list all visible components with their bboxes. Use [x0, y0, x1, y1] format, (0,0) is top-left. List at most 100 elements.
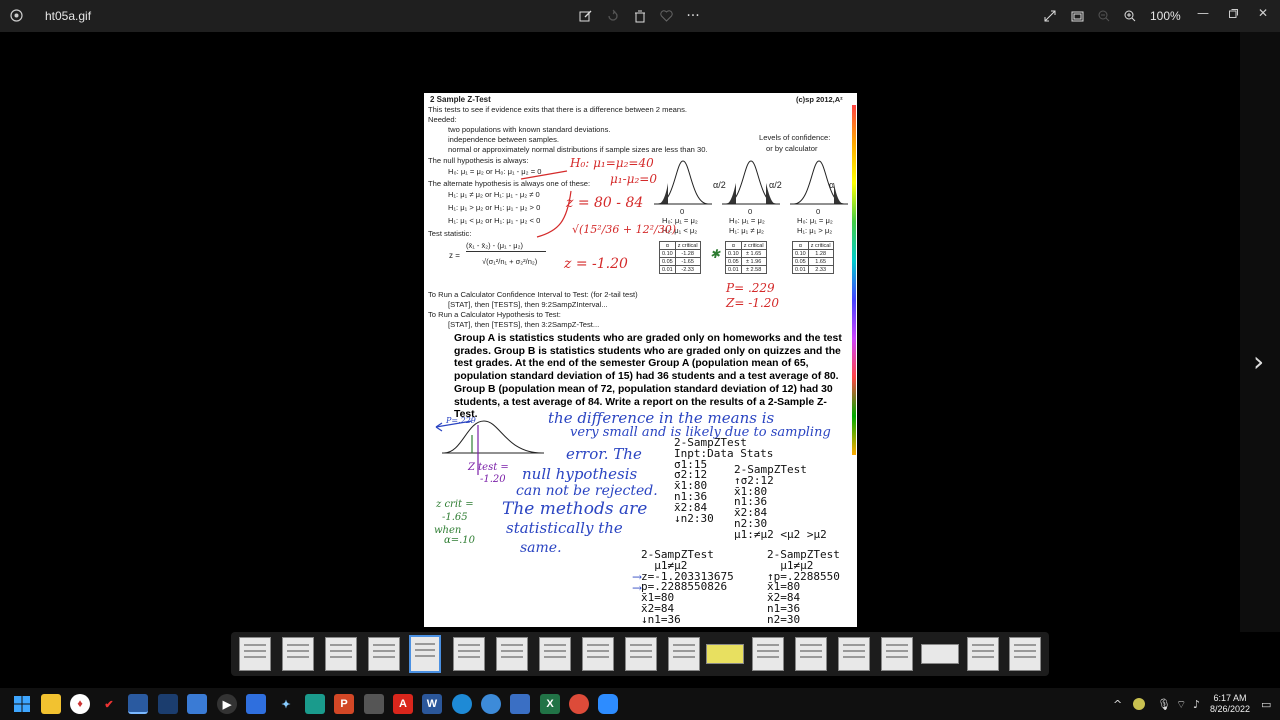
formula-numerator: (x̄₁ - x̄₂) - (μ₁ - μ₂) [466, 241, 524, 250]
intro-text: This tests to see if evidence exits that… [428, 105, 688, 114]
next-image-icon[interactable]: › [1253, 345, 1273, 378]
powerpoint-icon[interactable]: P [334, 694, 354, 714]
curve-alpha: α/2 [769, 180, 782, 190]
thumbnail[interactable] [881, 637, 913, 671]
thumbnail[interactable] [795, 637, 827, 671]
app-icon-6[interactable]: ✦ [276, 694, 296, 714]
needed-label: Needed: [428, 115, 457, 124]
browser-icon[interactable] [481, 694, 501, 714]
clock[interactable]: 6:17 AM 8/26/2022 [1205, 693, 1255, 715]
table-cell: 0.05 [659, 257, 676, 266]
calc-line: ↓n1=36 [641, 612, 681, 626]
more-icon[interactable]: ··· [684, 7, 702, 25]
null-label: The null hypothesis is always: [428, 156, 529, 165]
thumbnail[interactable] [706, 644, 744, 664]
zoom-level[interactable]: 100% [1150, 9, 1181, 23]
photos-icon[interactable] [128, 694, 148, 714]
thumbnail[interactable] [582, 637, 614, 671]
calc-screen-4: 2-SampZTest μ1≠μ2 ↑p=.2288550 x̄1=80 x̄2=84… [767, 549, 840, 626]
camera-icon[interactable] [364, 694, 384, 714]
fullscreen-icon[interactable] [1041, 7, 1059, 25]
media-player-icon[interactable]: ▶ [217, 694, 237, 714]
hand-z-test-value: -1.20 [480, 474, 506, 485]
title-bar: ht05a.gif ··· 100% — ✕ [0, 0, 1280, 32]
hand-h0: H₀: μ₁=μ₂=40 [570, 156, 654, 170]
test-stat-label: Test statistic: [428, 229, 472, 238]
app-icon-2[interactable]: ✔ [99, 694, 119, 714]
worksheet-image: 2 Sample Z-Test (c)sp 2012,A² This tests… [424, 93, 857, 627]
tray-app-icon[interactable] [1133, 698, 1145, 710]
thumbnail[interactable] [752, 637, 784, 671]
microphone-icon[interactable]: 🎙︎ [1157, 698, 1171, 711]
start-icon[interactable] [12, 694, 32, 714]
calc-line: To Run a Calculator Confidence Interval … [428, 290, 638, 299]
app-icon-7[interactable] [305, 694, 325, 714]
chrome-icon[interactable] [569, 694, 589, 714]
date: 8/26/2022 [1209, 704, 1251, 714]
hand-conclusion: can not be rejected. [516, 483, 658, 499]
word-icon[interactable]: W [422, 694, 442, 714]
table-cell: 1.28 [807, 249, 834, 258]
thumbnail[interactable] [539, 637, 571, 671]
table-cell: 0.01 [792, 265, 809, 274]
acrobat-icon[interactable]: A [393, 694, 413, 714]
hand-conclusion: same. [520, 540, 562, 556]
app-icon-5[interactable] [246, 694, 266, 714]
thumbnail[interactable] [368, 637, 400, 671]
notepad-icon[interactable] [510, 694, 530, 714]
thumbnail[interactable] [967, 637, 999, 671]
chevron-up-icon[interactable]: ^ [1113, 698, 1122, 711]
hand-alpha: α=.10 [444, 535, 476, 546]
thumbnail[interactable] [1009, 637, 1041, 671]
thumbnail[interactable] [838, 637, 870, 671]
hand-p-value: P= .229 [726, 281, 775, 295]
app-icon-1[interactable]: ♦ [70, 694, 90, 714]
thumbnail[interactable] [239, 637, 271, 671]
rotate-icon[interactable] [604, 7, 622, 25]
notification-icon[interactable]: ▭ [1261, 698, 1271, 711]
minimize-button[interactable]: — [1192, 4, 1214, 22]
slideshow-icon[interactable] [1068, 7, 1086, 25]
thumbnail[interactable] [496, 637, 528, 671]
close-button[interactable]: ✕ [1252, 4, 1274, 22]
taskbar: ♦ ✔ ▶ ✦ P A W X ^ 🎙︎ ⌔ ♪ 6:17 AM 8/26/20… [0, 688, 1280, 720]
doc-title: 2 Sample Z-Test [430, 95, 491, 104]
app-icon-4[interactable] [187, 694, 207, 714]
excel-icon[interactable]: X [540, 694, 560, 714]
calc-line: To Run a Calculator Hypothesis to Test: [428, 310, 561, 319]
thumbnail[interactable] [325, 637, 357, 671]
wifi-icon[interactable]: ⌔ [1176, 698, 1186, 712]
filmstrip [231, 632, 1049, 676]
zoom-out-icon[interactable] [1095, 7, 1113, 25]
file-title: ht05a.gif [45, 9, 92, 23]
edit-icon[interactable] [577, 7, 595, 25]
thumbnail[interactable] [921, 644, 959, 664]
favorite-icon[interactable] [657, 7, 675, 25]
app-icon-3[interactable] [158, 694, 178, 714]
table-cell: 0.05 [725, 257, 742, 266]
fraction-bar [466, 251, 546, 252]
volume-icon[interactable]: ♪ [1193, 698, 1200, 711]
zoom-icon[interactable] [598, 694, 618, 714]
hand-conclusion: statistically the [506, 519, 623, 537]
delete-icon[interactable] [631, 7, 649, 25]
hand-conclusion: the difference in the means is [548, 409, 775, 427]
edge-icon[interactable] [452, 694, 472, 714]
thumbnail[interactable] [668, 637, 700, 671]
table-head: α [792, 241, 809, 250]
thumbnail-selected[interactable] [409, 635, 441, 673]
hand-h0b: μ₁-μ₂=0 [610, 172, 657, 186]
thumbnail[interactable] [282, 637, 314, 671]
thumbnail[interactable] [625, 637, 657, 671]
hand-z-value: z = -1.20 [564, 256, 628, 272]
hand-z-crit-value: -1.65 [442, 512, 468, 523]
thumbnail[interactable] [453, 637, 485, 671]
formula-z: z = [449, 251, 460, 260]
calc-line: μ1:≠μ2 <μ2 >μ2 [734, 527, 827, 541]
calc-line: [STAT], then [TESTS], then 9:2SampZInter… [448, 300, 608, 309]
normal-curves [654, 160, 848, 205]
maximize-button[interactable] [1222, 4, 1244, 22]
file-explorer-icon[interactable] [41, 694, 61, 714]
hand-conclusion: The methods are [502, 499, 648, 519]
zoom-in-icon[interactable] [1121, 7, 1139, 25]
